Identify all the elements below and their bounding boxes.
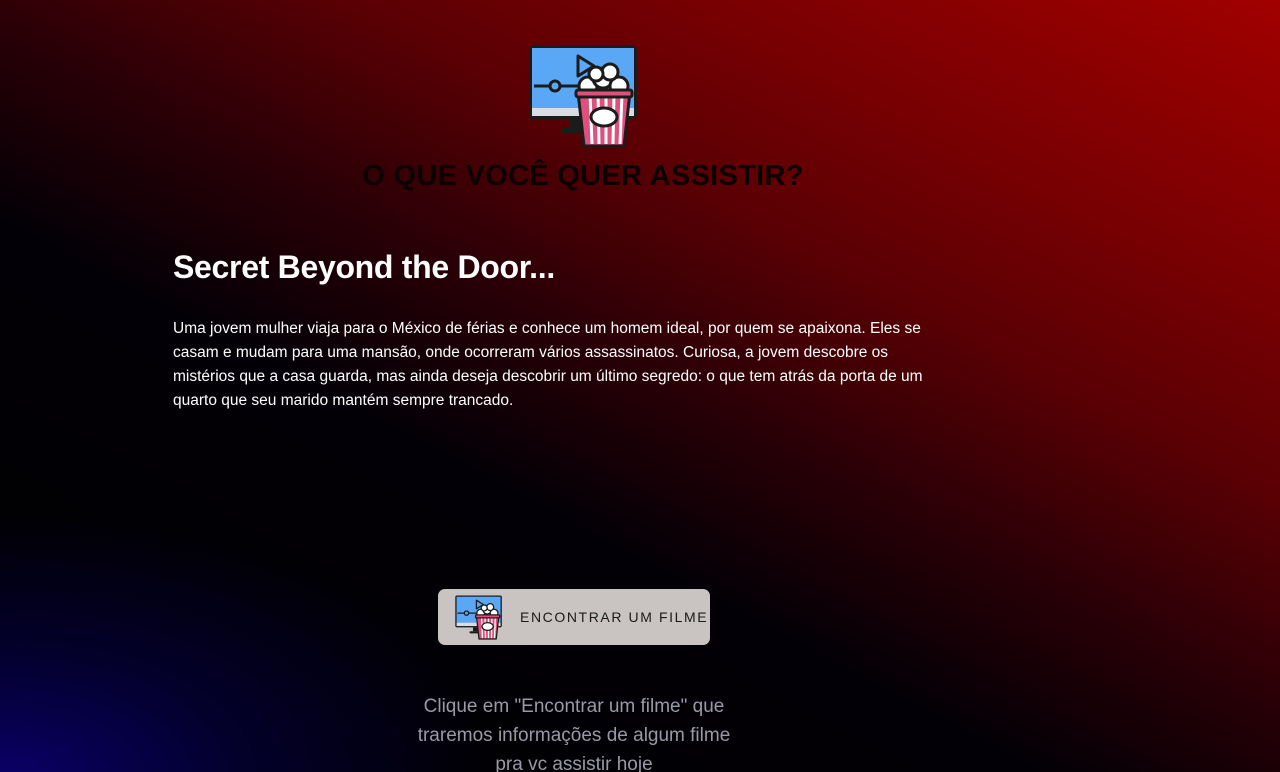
find-movie-button[interactable]: ENCONTRAR UM FILME — [438, 589, 710, 645]
page-title: O QUE VOCÊ QUER ASSISTIR? — [362, 160, 804, 192]
movie-title: Secret Beyond the Door... — [173, 249, 555, 285]
find-movie-button-label: ENCONTRAR UM FILME — [520, 609, 709, 625]
hint-text: Clique em "Encontrar um filme" que trare… — [417, 696, 731, 772]
movie-popcorn-icon — [529, 45, 637, 148]
movie-description: Uma jovem mulher viaja para o México de … — [173, 320, 923, 409]
movie-popcorn-icon — [455, 595, 502, 640]
